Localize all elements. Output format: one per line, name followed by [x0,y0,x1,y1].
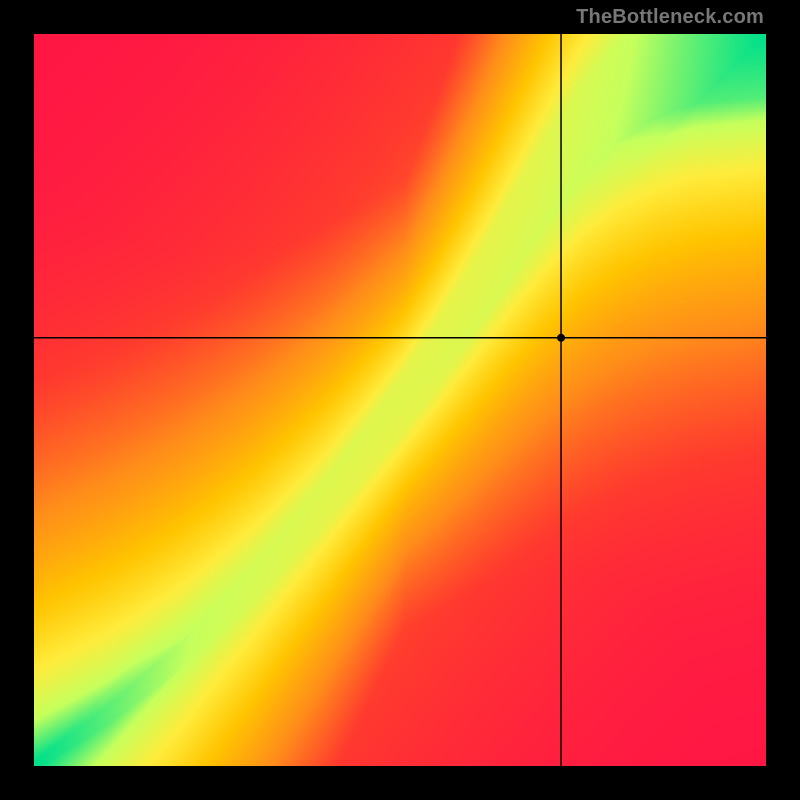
watermark-label: TheBottleneck.com [576,6,764,29]
chart-frame: TheBottleneck.com [0,0,800,800]
heatmap-canvas [34,34,766,766]
